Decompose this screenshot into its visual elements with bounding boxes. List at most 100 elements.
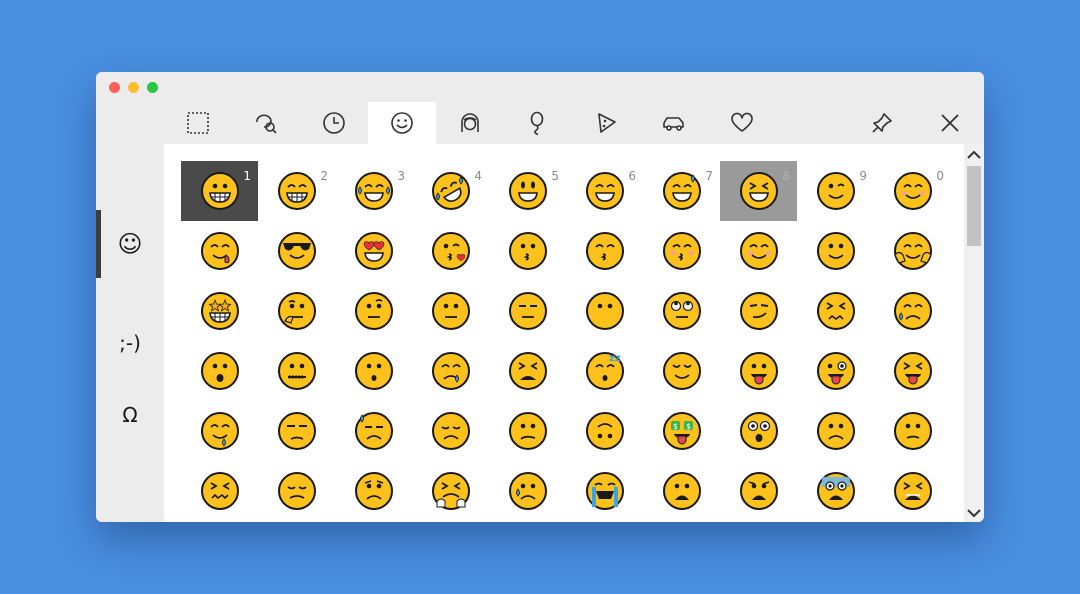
shortcut-number: 2 — [320, 169, 328, 183]
open-mouth-emoji-icon — [200, 352, 239, 390]
emoji-cell[interactable] — [797, 221, 874, 281]
kiss-blush-emoji-icon — [662, 232, 701, 270]
tab-travel[interactable] — [640, 102, 708, 144]
emoji-cell[interactable] — [797, 401, 874, 461]
scroll-thumb[interactable] — [967, 166, 981, 246]
emoji-cell[interactable] — [412, 461, 489, 521]
scroll-up-button[interactable] — [966, 148, 982, 162]
emoji-cell[interactable] — [335, 281, 412, 341]
emoji-cell[interactable] — [412, 281, 489, 341]
tab-people[interactable] — [436, 102, 504, 144]
emoji-cell[interactable] — [412, 341, 489, 401]
tab-recent[interactable] — [300, 102, 368, 144]
emoji-cell[interactable]: 2 — [258, 161, 335, 221]
emoji-cell[interactable]: 9 — [797, 161, 874, 221]
emoji-cell[interactable] — [181, 341, 258, 401]
emoji-cell[interactable] — [720, 221, 797, 281]
emoji-cell[interactable] — [335, 341, 412, 401]
emoji-cell[interactable] — [874, 461, 951, 521]
persevere-emoji-icon — [816, 292, 855, 330]
svg-text:$: $ — [673, 422, 678, 431]
heart-icon — [731, 112, 753, 132]
close-button[interactable] — [916, 102, 984, 144]
emoji-cell[interactable] — [797, 281, 874, 341]
emoji-cell[interactable] — [489, 401, 566, 461]
emoji-cell[interactable]: 3 — [335, 161, 412, 221]
close-window-button[interactable] — [109, 82, 120, 93]
emoji-cell[interactable] — [335, 221, 412, 281]
emoji-cell[interactable]: 8 — [720, 161, 797, 221]
pin-button[interactable] — [848, 102, 916, 144]
scrollbar[interactable] — [964, 144, 984, 522]
emoji-cell[interactable] — [720, 461, 797, 521]
sidebar-item-symbols[interactable]: Ω — [96, 381, 164, 449]
zoom-window-button[interactable] — [147, 82, 158, 93]
expressionless-emoji-icon — [508, 292, 547, 330]
tab-recent-frame[interactable] — [164, 102, 232, 144]
pin-icon — [872, 113, 892, 133]
sidebar-item-emoji[interactable]: ☺ — [96, 210, 164, 278]
confounded-emoji-icon — [200, 472, 239, 510]
emoji-cell[interactable] — [489, 221, 566, 281]
emoji-cell[interactable] — [258, 461, 335, 521]
emoji-cell[interactable]: 6 — [566, 161, 643, 221]
emoji-cell[interactable] — [258, 401, 335, 461]
emoji-cell[interactable] — [181, 461, 258, 521]
emoji-cell[interactable] — [566, 461, 643, 521]
sidebar-item-kaomoji[interactable]: ;-) — [96, 309, 164, 377]
car-icon — [663, 117, 684, 131]
emoji-cell[interactable] — [720, 281, 797, 341]
emoji-cell[interactable] — [181, 221, 258, 281]
emoji-cell[interactable] — [643, 221, 720, 281]
tab-symbols[interactable] — [708, 102, 776, 144]
emoji-cell[interactable]: 0 — [874, 161, 951, 221]
tab-celebration[interactable] — [504, 102, 572, 144]
emoji-cell[interactable] — [797, 341, 874, 401]
pensive-emoji-icon — [431, 412, 470, 450]
emoji-cell[interactable] — [489, 281, 566, 341]
svg-text:$: $ — [686, 422, 691, 431]
emoji-cell[interactable] — [258, 341, 335, 401]
emoji-cell[interactable] — [720, 401, 797, 461]
clock-icon — [323, 112, 345, 134]
emoji-cell[interactable]: 4 — [412, 161, 489, 221]
emoji-cell[interactable] — [643, 281, 720, 341]
emoji-cell[interactable]: 5 — [489, 161, 566, 221]
emoji-cell[interactable] — [874, 281, 951, 341]
shortcut-number: 3 — [397, 169, 405, 183]
emoji-cell[interactable]: 1 — [181, 161, 258, 221]
emoji-cell[interactable]: zz — [566, 341, 643, 401]
emoji-cell[interactable] — [797, 461, 874, 521]
person-icon — [461, 113, 479, 132]
emoji-cell[interactable]: $ $ — [643, 401, 720, 461]
emoji-cell[interactable] — [412, 401, 489, 461]
fearful-emoji-icon — [816, 472, 855, 510]
emoji-cell[interactable] — [258, 281, 335, 341]
tab-search[interactable] — [232, 102, 300, 144]
minimize-window-button[interactable] — [128, 82, 139, 93]
tab-smileys[interactable] — [368, 102, 436, 144]
emoji-cell[interactable] — [566, 221, 643, 281]
emoji-cell[interactable] — [874, 221, 951, 281]
emoji-cell[interactable] — [566, 281, 643, 341]
emoji-cell[interactable] — [874, 401, 951, 461]
chevron-up-icon — [967, 150, 981, 159]
emoji-cell[interactable] — [489, 461, 566, 521]
emoji-cell[interactable]: 7 — [643, 161, 720, 221]
emoji-cell[interactable] — [720, 341, 797, 401]
emoji-cell[interactable] — [335, 461, 412, 521]
emoji-cell[interactable] — [874, 341, 951, 401]
emoji-cell[interactable] — [258, 221, 335, 281]
emoji-cell[interactable] — [335, 401, 412, 461]
emoji-cell[interactable] — [412, 221, 489, 281]
tab-food[interactable] — [572, 102, 640, 144]
eye-roll-emoji-icon — [662, 292, 701, 330]
emoji-cell[interactable] — [489, 341, 566, 401]
emoji-cell[interactable] — [181, 281, 258, 341]
emoji-cell[interactable] — [643, 341, 720, 401]
emoji-cell[interactable] — [643, 461, 720, 521]
balloon-icon — [530, 111, 544, 136]
scroll-down-button[interactable] — [966, 506, 982, 520]
emoji-cell[interactable] — [566, 401, 643, 461]
emoji-cell[interactable] — [181, 401, 258, 461]
